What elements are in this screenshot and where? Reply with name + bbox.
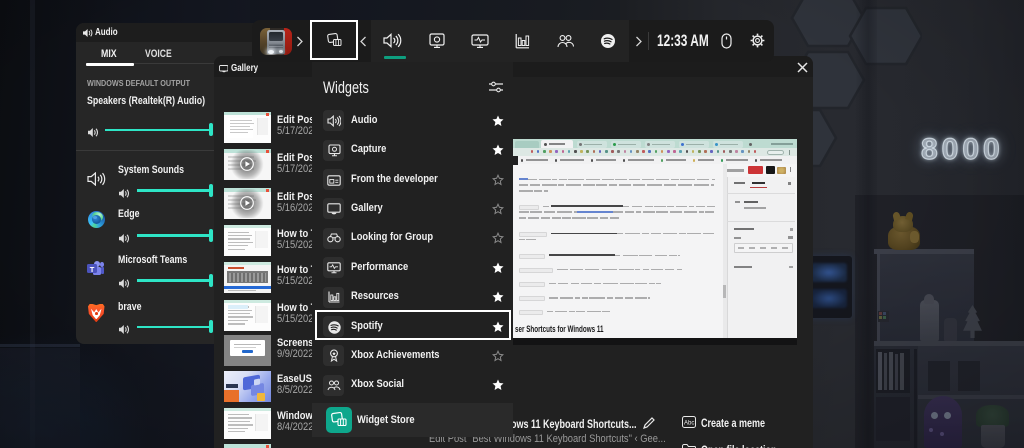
svg-text:Abc: Abc — [684, 421, 694, 427]
